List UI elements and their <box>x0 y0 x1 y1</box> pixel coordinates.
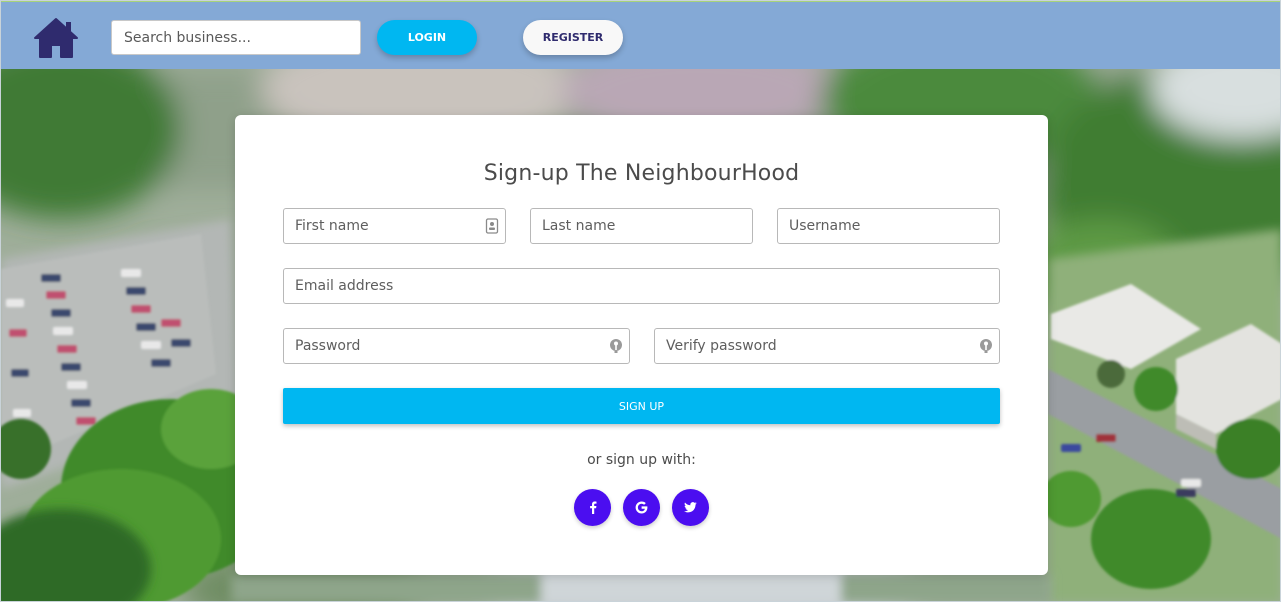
twitter-icon <box>684 502 697 513</box>
password-key-icon[interactable] <box>979 338 993 354</box>
verify-password-input[interactable] <box>655 329 999 363</box>
first-name-field <box>283 208 506 244</box>
email-input[interactable] <box>284 269 999 303</box>
email-field <box>283 268 1000 304</box>
register-button[interactable]: REGISTER <box>523 20 623 55</box>
home-icon[interactable] <box>33 17 79 59</box>
search-input[interactable] <box>111 20 361 55</box>
first-name-input[interactable] <box>284 209 505 243</box>
facebook-button[interactable] <box>574 489 611 526</box>
alt-signup-text: or sign up with: <box>587 452 696 468</box>
signup-title: Sign-up The NeighbourHood <box>483 161 800 186</box>
google-button[interactable] <box>623 489 660 526</box>
username-input[interactable] <box>778 209 999 243</box>
last-name-field <box>530 208 753 244</box>
username-field <box>777 208 1000 244</box>
verify-password-field <box>654 328 1000 364</box>
password-key-icon[interactable] <box>609 338 623 354</box>
top-navbar: LOGIN REGISTER <box>1 1 1280 69</box>
contact-card-icon <box>485 218 499 234</box>
twitter-button[interactable] <box>672 489 709 526</box>
login-button[interactable]: LOGIN <box>377 20 477 55</box>
signup-button[interactable]: SIGN UP <box>283 388 1000 424</box>
last-name-input[interactable] <box>531 209 752 243</box>
password-input[interactable] <box>284 329 629 363</box>
app-window: LOGIN REGISTER <box>0 0 1281 602</box>
signup-card: Sign-up The NeighbourHood First name Las… <box>235 115 1048 575</box>
facebook-icon <box>589 501 596 514</box>
password-field <box>283 328 630 364</box>
google-icon <box>635 501 648 514</box>
